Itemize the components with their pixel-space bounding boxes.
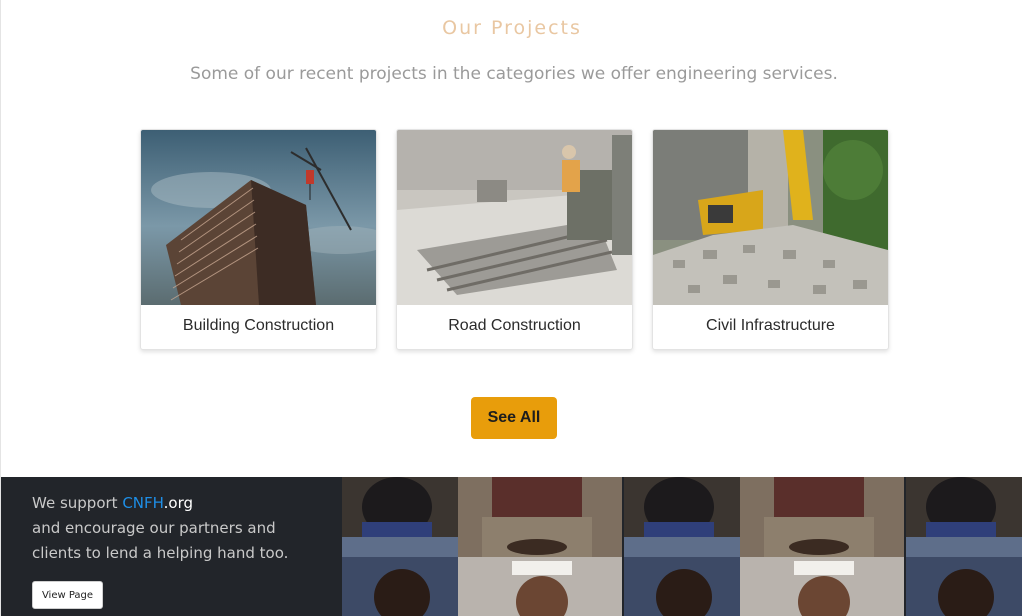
footer-band: We support CNFH.org and encourage our pa… <box>1 477 1022 616</box>
project-card-building[interactable]: Building Construction <box>140 129 377 350</box>
children-photo-mosaic <box>342 477 1022 616</box>
card-label[interactable]: Building Construction <box>141 305 376 349</box>
footer-line-2: and encourage our partners and <box>32 519 276 537</box>
footer-support-line: We support CNFH.org <box>32 491 288 516</box>
footer-support-text: We support CNFH.org and encourage our pa… <box>32 491 288 566</box>
support-prefix: We support <box>32 494 123 512</box>
card-label[interactable]: Civil Infrastructure <box>653 305 888 349</box>
view-page-button[interactable]: View Page <box>32 581 103 609</box>
section-title: Our Projects <box>442 17 582 39</box>
support-suffix: .org <box>163 494 194 512</box>
page: Our Projects Some of our recent projects… <box>0 0 1022 616</box>
civil-infrastructure-image[interactable] <box>653 130 888 305</box>
card-label[interactable]: Road Construction <box>397 305 632 349</box>
see-all-button[interactable]: See All <box>471 397 557 439</box>
building-construction-image[interactable] <box>141 130 376 305</box>
project-card-road[interactable]: Road Construction <box>396 129 633 350</box>
project-card-civil[interactable]: Civil Infrastructure <box>652 129 889 350</box>
footer-line-3: clients to lend a helping hand too. <box>32 544 289 562</box>
road-construction-image[interactable] <box>397 130 632 305</box>
section-subtitle: Some of our recent projects in the categ… <box>190 64 838 84</box>
cnfh-link[interactable]: CNFH <box>122 494 163 512</box>
